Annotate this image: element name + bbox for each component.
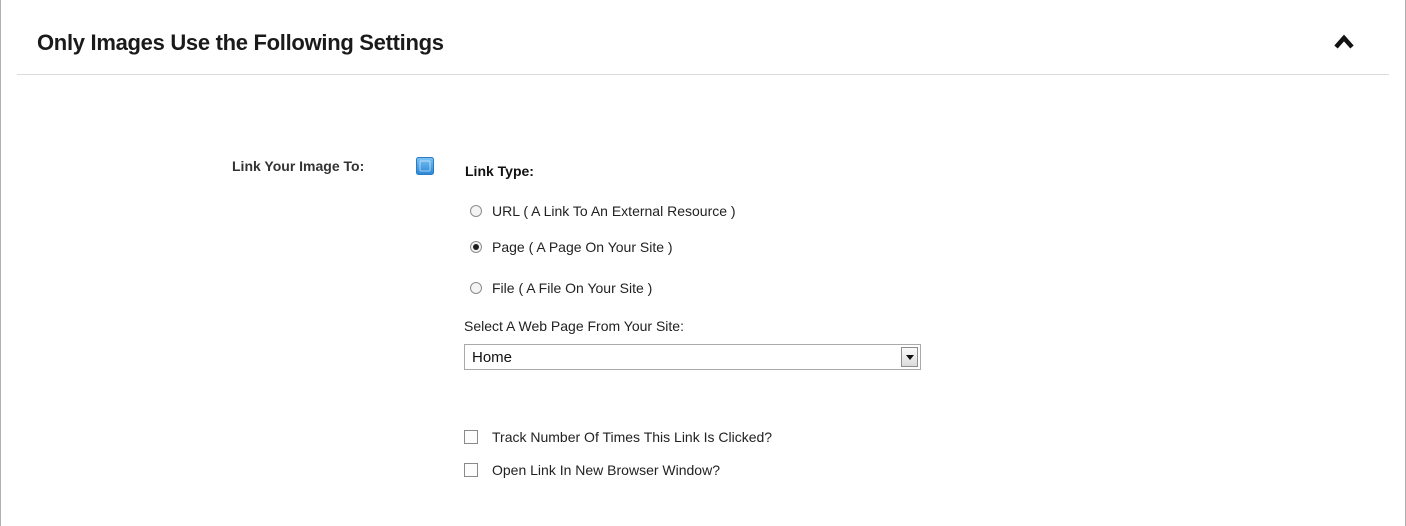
- checkbox-label: Track Number Of Times This Link Is Click…: [492, 429, 773, 445]
- radio-url[interactable]: URL ( A Link To An External Resource ): [470, 201, 736, 221]
- settings-panel: Only Images Use the Following Settings L…: [0, 0, 1406, 526]
- radio-button[interactable]: [470, 205, 482, 217]
- link-type-label: Link Type:: [465, 163, 534, 179]
- link-image-label: Link Your Image To:: [232, 158, 365, 174]
- track-clicks-checkbox[interactable]: [464, 430, 478, 444]
- page-select[interactable]: Home: [464, 344, 921, 370]
- select-value: Home: [472, 349, 513, 366]
- checkbox-label: Open Link In New Browser Window?: [492, 462, 720, 478]
- radio-file[interactable]: File ( A File On Your Site ): [470, 278, 652, 298]
- radio-label: URL ( A Link To An External Resource ): [492, 203, 736, 219]
- panel-title: Only Images Use the Following Settings: [37, 30, 444, 55]
- help-icon[interactable]: [416, 157, 434, 175]
- panel-header: Only Images Use the Following Settings: [17, 0, 1389, 75]
- chevron-down-icon[interactable]: [901, 347, 918, 367]
- select-page-caption: Select A Web Page From Your Site:: [464, 318, 684, 334]
- new-window-option[interactable]: Open Link In New Browser Window?: [464, 460, 720, 480]
- radio-label: Page ( A Page On Your Site ): [492, 239, 673, 255]
- radio-button[interactable]: [470, 282, 482, 294]
- radio-page[interactable]: Page ( A Page On Your Site ): [470, 237, 673, 257]
- radio-label: File ( A File On Your Site ): [492, 280, 653, 296]
- chevron-up-icon[interactable]: [1333, 34, 1355, 50]
- new-window-checkbox[interactable]: [464, 463, 478, 477]
- track-clicks-option[interactable]: Track Number Of Times This Link Is Click…: [464, 427, 772, 447]
- radio-button[interactable]: [470, 241, 482, 253]
